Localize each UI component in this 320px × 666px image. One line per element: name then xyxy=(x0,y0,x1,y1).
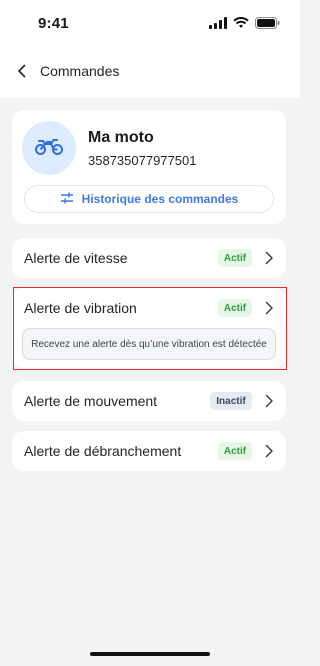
chevron-right-icon[interactable] xyxy=(264,251,274,265)
motorcycle-icon xyxy=(34,136,64,161)
status-time: 9:41 xyxy=(38,15,69,32)
chevron-right-icon[interactable] xyxy=(264,444,274,458)
home-indicator xyxy=(90,652,210,656)
wifi-icon xyxy=(233,16,249,34)
status-icons xyxy=(209,16,280,34)
alert-unplug-label: Alerte de débranchement xyxy=(24,443,182,459)
device-card: Ma moto 358735077977501 Historique des c… xyxy=(12,110,286,224)
alert-unplug-row[interactable]: Alerte de débranchement Actif xyxy=(12,431,286,471)
sliders-icon xyxy=(60,192,74,207)
device-name: Ma moto xyxy=(88,129,154,146)
status-badge: Inactif xyxy=(210,392,252,410)
page-title: Commandes xyxy=(40,63,120,79)
history-button-label: Historique des commandes xyxy=(81,192,239,206)
device-avatar xyxy=(22,121,76,175)
status-bar: 9:41 xyxy=(0,0,300,48)
chevron-right-icon[interactable] xyxy=(264,301,274,315)
alert-movement-label: Alerte de mouvement xyxy=(24,393,158,409)
status-badge: Actif xyxy=(218,299,252,317)
alert-movement-row[interactable]: Alerte de mouvement Inactif xyxy=(12,381,286,421)
alert-speed-label: Alerte de vitesse xyxy=(24,250,128,266)
top-navigation: Commandes xyxy=(0,48,300,98)
back-button[interactable] xyxy=(12,61,32,85)
status-badge: Actif xyxy=(218,249,252,267)
chevron-right-icon[interactable] xyxy=(264,394,274,408)
signal-icon xyxy=(209,16,227,34)
status-badge: Actif xyxy=(218,442,252,460)
history-button[interactable]: Historique des commandes xyxy=(24,185,274,213)
alert-vibration-row[interactable]: Alerte de vibration Actif Recevez une al… xyxy=(12,288,286,368)
battery-icon xyxy=(255,16,280,34)
alert-vibration-label: Alerte de vibration xyxy=(24,300,137,316)
device-id: 358735077977501 xyxy=(88,153,197,168)
chevron-left-icon xyxy=(17,64,27,83)
alert-speed-row[interactable]: Alerte de vitesse Actif xyxy=(12,238,286,278)
alert-vibration-description: Recevez une alerte dès qu’une vibration … xyxy=(22,328,276,360)
